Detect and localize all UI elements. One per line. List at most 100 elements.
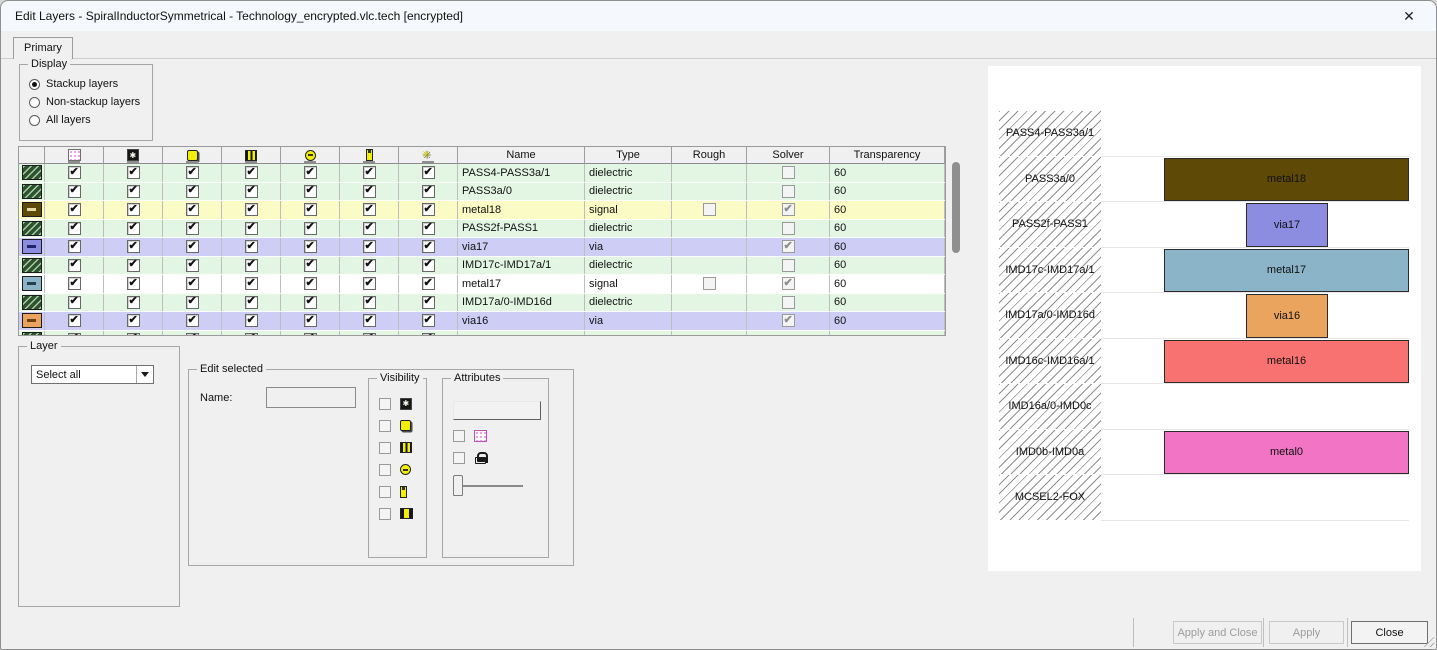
visibility-checkbox[interactable] [363,240,376,253]
visibility-checkbox[interactable] [304,333,317,336]
swatch-column-header[interactable] [19,147,45,164]
vias-column-header[interactable] [281,147,340,164]
visibility-checkbox[interactable] [127,185,140,198]
visibility-checkbox[interactable] [68,333,81,336]
visibility-checkbox[interactable] [186,259,199,272]
radio-icon[interactable] [29,115,40,126]
visibility-checkbox[interactable] [422,166,435,179]
shapes-column-header[interactable] [163,147,222,164]
close-icon[interactable]: ✕ [1396,5,1422,27]
table-row[interactable]: PASS2f-PASS1dielectric60 [19,220,945,239]
column-header-solver[interactable]: Solver [747,147,830,164]
visibility-checkbox[interactable] [245,314,258,327]
table-row-clipped[interactable] [19,331,945,337]
table-row[interactable]: metal18signal60 [19,201,945,220]
visibility-checkbox[interactable] [422,333,435,336]
visibility-checkbox[interactable] [245,259,258,272]
visibility-checkbox[interactable] [245,296,258,309]
layers-table[interactable]: NameTypeRoughSolverTransparencyPASS4-PAS… [18,146,946,336]
name-field[interactable] [266,387,356,408]
text-labels-column-header[interactable] [399,147,458,164]
visibility-checkbox[interactable] [127,277,140,290]
radio-icon[interactable] [29,97,40,108]
nets-column-header[interactable] [104,147,163,164]
display-radio-all-layers[interactable]: All layers [29,114,140,126]
visibility-checkbox[interactable] [422,296,435,309]
visibility-checkbox[interactable] [363,259,376,272]
table-row[interactable]: metal17signal60 [19,275,945,294]
visibility-checkbox[interactable] [68,296,81,309]
solver-checkbox[interactable] [782,277,795,290]
lock-checkbox[interactable] [453,452,465,464]
visibility-checkbox[interactable] [245,240,258,253]
fill-pattern-column-header[interactable] [45,147,104,164]
paths-visibility-checkbox[interactable] [379,442,391,454]
solver-checkbox[interactable] [782,259,795,272]
shapes-visibility-checkbox[interactable] [379,420,391,432]
visibility-checkbox[interactable] [304,277,317,290]
slider-thumb[interactable] [453,475,463,496]
nets-visibility-checkbox[interactable] [379,398,391,410]
radio-icon[interactable] [29,79,40,90]
solver-checkbox[interactable] [782,296,795,309]
visibility-checkbox[interactable] [304,314,317,327]
components-visibility-checkbox[interactable] [379,508,391,520]
visibility-checkbox[interactable] [68,277,81,290]
visibility-checkbox[interactable] [245,333,258,336]
solver-checkbox[interactable] [782,185,795,198]
visibility-checkbox[interactable] [304,259,317,272]
visibility-checkbox[interactable] [363,166,376,179]
solver-checkbox[interactable] [782,166,795,179]
display-radio-non-stackup-layers[interactable]: Non-stackup layers [29,96,140,108]
visibility-checkbox[interactable] [68,314,81,327]
rough-checkbox[interactable] [703,203,716,216]
visibility-checkbox[interactable] [127,259,140,272]
tab-primary[interactable]: Primary [13,37,73,59]
table-row[interactable]: via17via60 [19,238,945,257]
visibility-checkbox[interactable] [186,314,199,327]
layer-select-dropdown[interactable]: Select all [31,365,154,384]
visibility-checkbox[interactable] [245,185,258,198]
solver-checkbox[interactable] [782,240,795,253]
visibility-checkbox[interactable] [127,296,140,309]
visibility-checkbox[interactable] [304,296,317,309]
paths-column-header[interactable] [222,147,281,164]
visibility-checkbox[interactable] [186,203,199,216]
solver-checkbox[interactable] [782,314,795,327]
visibility-checkbox[interactable] [127,333,140,336]
visibility-checkbox[interactable] [422,222,435,235]
rough-checkbox[interactable] [703,277,716,290]
fill-pattern-checkbox[interactable] [453,430,465,442]
vias-visibility-checkbox[interactable] [379,464,391,476]
table-scrollbar-thumb[interactable] [952,162,960,253]
visibility-checkbox[interactable] [363,222,376,235]
visibility-checkbox[interactable] [186,222,199,235]
column-header-type[interactable]: Type [585,147,672,164]
pins-column-header[interactable] [340,147,399,164]
visibility-checkbox[interactable] [68,166,81,179]
close-button[interactable]: Close [1351,621,1428,644]
visibility-checkbox[interactable] [363,185,376,198]
column-header-name[interactable]: Name [458,147,585,164]
display-radio-stackup-layers[interactable]: Stackup layers [29,78,140,90]
visibility-checkbox[interactable] [245,166,258,179]
visibility-checkbox[interactable] [304,203,317,216]
visibility-checkbox[interactable] [68,240,81,253]
visibility-checkbox[interactable] [186,296,199,309]
visibility-checkbox[interactable] [68,259,81,272]
visibility-checkbox[interactable] [363,314,376,327]
visibility-checkbox[interactable] [422,259,435,272]
visibility-checkbox[interactable] [127,314,140,327]
pins-visibility-checkbox[interactable] [379,486,391,498]
dropdown-button[interactable] [136,366,153,383]
solver-checkbox[interactable] [782,203,795,216]
visibility-checkbox[interactable] [186,185,199,198]
visibility-checkbox[interactable] [186,333,199,336]
visibility-checkbox[interactable] [422,185,435,198]
column-header-rough[interactable]: Rough [672,147,747,164]
visibility-checkbox[interactable] [68,185,81,198]
solver-checkbox[interactable] [782,222,795,235]
transparency-slider[interactable] [453,475,533,497]
visibility-checkbox[interactable] [304,222,317,235]
visibility-checkbox[interactable] [245,277,258,290]
